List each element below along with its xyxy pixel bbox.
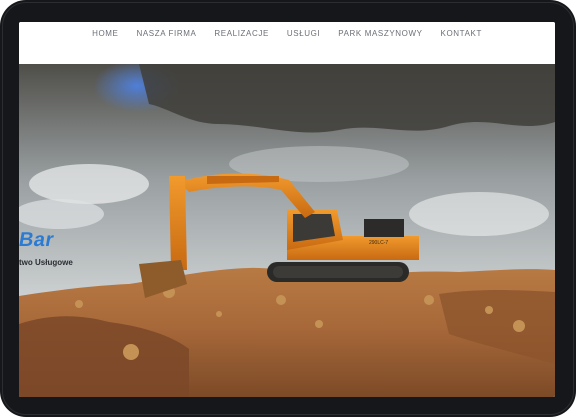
cloud-left — [29, 164, 149, 204]
nav-item-kontakt[interactable]: KONTAKT — [441, 29, 482, 38]
nav-item-realizacje[interactable]: REALIZACJE — [214, 29, 268, 38]
browser-viewport: HOME NASZA FIRMA REALIZACJE USŁUGI PARK … — [19, 22, 555, 397]
nav-item-uslugi[interactable]: USŁUGI — [287, 29, 320, 38]
nav-menu: HOME NASZA FIRMA REALIZACJE USŁUGI PARK … — [92, 29, 482, 38]
nav-item-home[interactable]: HOME — [92, 29, 118, 38]
nav-item-park-maszynowy[interactable]: PARK MASZYNOWY — [338, 29, 422, 38]
excavator-photo: 290LC-7 — [19, 64, 555, 397]
excavator-model-text: 290LC-7 — [369, 240, 388, 246]
brand-logo-partial: Bar — [19, 229, 56, 251]
excavator-stick — [169, 176, 187, 270]
tablet-frame: HOME NASZA FIRMA REALIZACJE USŁUGI PARK … — [0, 0, 576, 417]
nav-item-nasza-firma[interactable]: NASZA FIRMA — [136, 29, 196, 38]
cloud-right — [409, 192, 549, 236]
main-navigation: HOME NASZA FIRMA REALIZACJE USŁUGI PARK … — [19, 22, 555, 64]
brand-tagline-partial: two Usługowe — [19, 258, 73, 267]
hero-banner: 290LC-7 Bar two Usługowe — [19, 64, 555, 397]
